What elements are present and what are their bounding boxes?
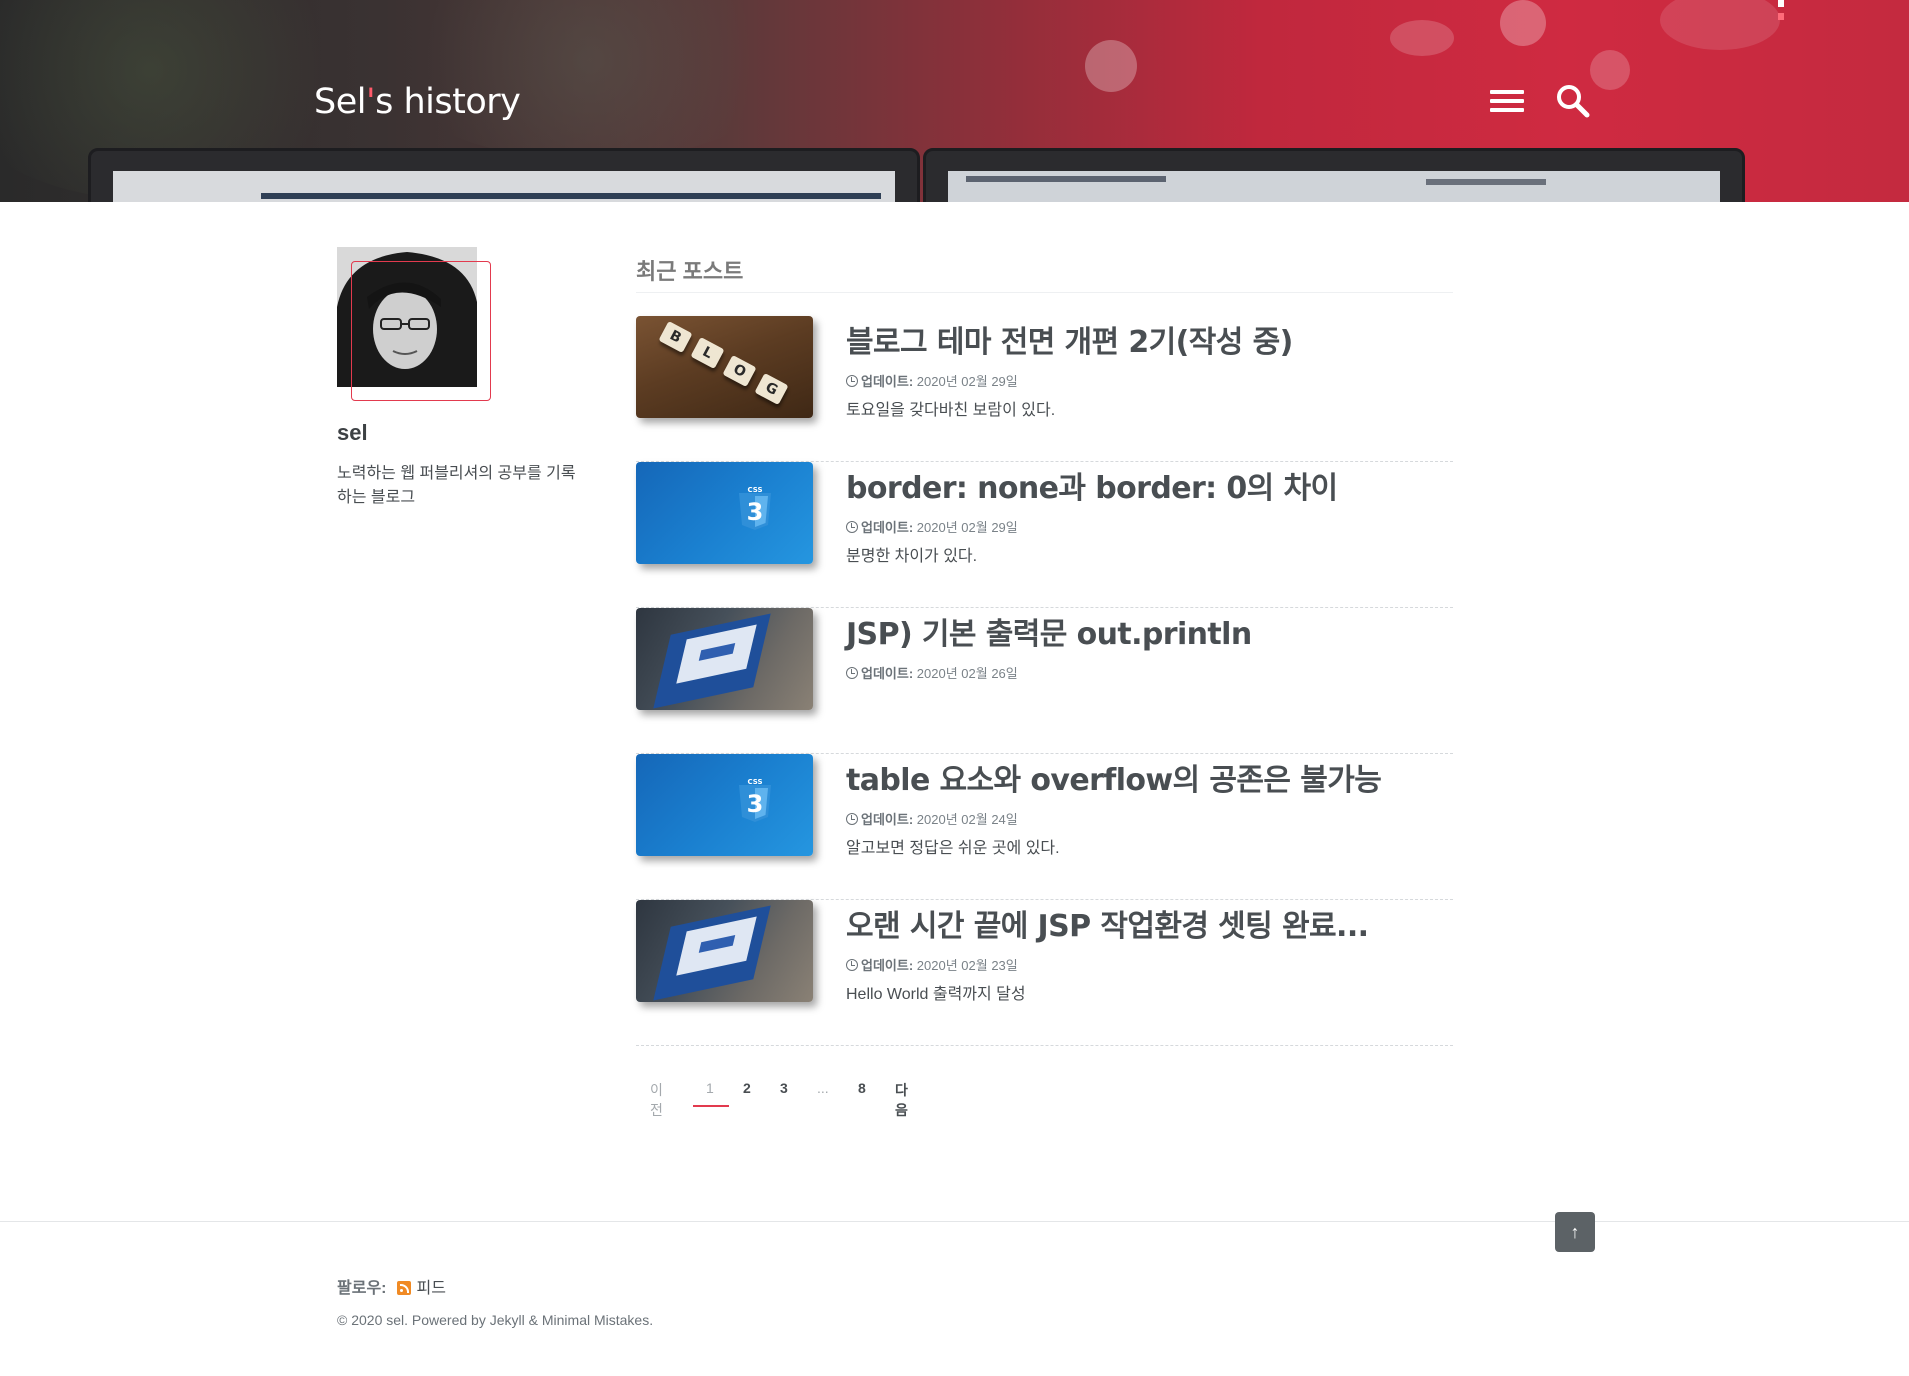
css3-icon: CSS 3 bbox=[739, 778, 771, 822]
post-date: 2020년 02월 26일 bbox=[916, 666, 1018, 681]
meta-label: 업데이트: bbox=[861, 520, 914, 535]
hero-bokeh bbox=[1390, 20, 1454, 56]
post-item: B L O G 블로그 테마 전면 개편 2기(작성 중) 업데이트: 2020… bbox=[636, 316, 1453, 462]
svg-text:3: 3 bbox=[747, 790, 764, 818]
css3-icon: CSS 3 bbox=[739, 486, 771, 530]
post-thumbnail-laptop-screen[interactable] bbox=[636, 608, 813, 710]
feed-label: 피드 bbox=[416, 1280, 446, 1297]
footer-divider bbox=[0, 1221, 1909, 1222]
meta-label: 업데이트: bbox=[861, 374, 914, 389]
search-icon[interactable] bbox=[1556, 84, 1590, 118]
copyright: © 2020 sel. Powered by Jekyll & Minimal … bbox=[337, 1312, 654, 1328]
post-meta: 업데이트: 2020년 02월 29일 bbox=[846, 371, 1018, 390]
svg-text:CSS: CSS bbox=[747, 778, 762, 786]
pagination-prev: 이전 bbox=[650, 1082, 663, 1118]
post-excerpt: Hello World 출력까지 달성 bbox=[846, 986, 1026, 1003]
meta-label: 업데이트: bbox=[861, 666, 914, 681]
post-excerpt: 분명한 차이가 있다. bbox=[846, 548, 978, 565]
back-to-top-button[interactable]: ↑ bbox=[1555, 1212, 1595, 1252]
post-item: CSS 3 border: none과 border: 0의 차이 업데이트: … bbox=[636, 462, 1453, 608]
pagination-page-8[interactable]: 8 bbox=[858, 1080, 866, 1096]
laptop-screen-image bbox=[653, 905, 771, 1001]
post-title[interactable]: 블로그 테마 전면 개편 2기(작성 중) bbox=[846, 317, 1293, 361]
pagination-page-3[interactable]: 3 bbox=[780, 1080, 788, 1096]
section-divider bbox=[636, 292, 1453, 293]
pagination-page-1[interactable]: 1 bbox=[706, 1080, 714, 1096]
pagination-current-indicator bbox=[693, 1105, 729, 1107]
hero-laptop-right bbox=[923, 148, 1745, 202]
post-item: JSP) 기본 출력문 out.println 업데이트: 2020년 02월 … bbox=[636, 608, 1453, 754]
hero-bokeh bbox=[1500, 0, 1546, 46]
follow-label: 팔로우: bbox=[337, 1280, 387, 1297]
pagination-next[interactable]: 다음 bbox=[895, 1080, 908, 1120]
post-meta: 업데이트: 2020년 02월 23일 bbox=[846, 955, 1018, 974]
post-item: CSS 3 table 요소와 overflow의 공존은 불가능 업데이트: … bbox=[636, 754, 1453, 900]
clock-icon bbox=[846, 959, 858, 971]
post-thumbnail-blog-tiles[interactable]: B L O G bbox=[636, 316, 813, 418]
site-title[interactable]: Sel's history bbox=[314, 82, 521, 122]
author-avatar[interactable] bbox=[337, 247, 492, 402]
post-excerpt: 토요일을 갖다바친 보람이 있다. bbox=[846, 402, 1056, 419]
meta-label: 업데이트: bbox=[861, 812, 914, 827]
hero-plant-shadow-2 bbox=[380, 0, 800, 160]
feed-link[interactable]: 피드 bbox=[387, 1280, 446, 1297]
post-excerpt: 알고보면 정답은 쉬운 곳에 있다. bbox=[846, 840, 1060, 857]
post-date: 2020년 02월 29일 bbox=[916, 374, 1018, 389]
post-thumbnail-laptop-screen[interactable] bbox=[636, 900, 813, 1002]
post-title[interactable]: JSP) 기본 출력문 out.println bbox=[846, 609, 1252, 653]
post-title[interactable]: table 요소와 overflow의 공존은 불가능 bbox=[846, 755, 1382, 799]
avatar-accent-frame bbox=[351, 261, 491, 401]
post-item: 오랜 시간 끝에 JSP 작업환경 셋팅 완료... 업데이트: 2020년 0… bbox=[636, 900, 1453, 1046]
post-date: 2020년 02월 24일 bbox=[916, 812, 1018, 827]
hero-bokeh bbox=[1085, 40, 1137, 92]
svg-text:3: 3 bbox=[747, 498, 764, 526]
author-bio: 노력하는 웹 퍼블리셔의 공부를 기록하는 블로그 bbox=[337, 465, 576, 506]
hero-bokeh bbox=[1660, 0, 1780, 50]
corner-decoration bbox=[1778, 0, 1786, 22]
post-meta: 업데이트: 2020년 02월 24일 bbox=[846, 809, 1018, 828]
meta-label: 업데이트: bbox=[861, 958, 914, 973]
post-meta: 업데이트: 2020년 02월 29일 bbox=[846, 517, 1018, 536]
author-name: sel bbox=[337, 420, 368, 445]
site-title-prefix: Sel bbox=[314, 82, 366, 122]
clock-icon bbox=[846, 813, 858, 825]
svg-text:CSS: CSS bbox=[747, 486, 762, 494]
post-title[interactable]: 오랜 시간 끝에 JSP 작업환경 셋팅 완료... bbox=[846, 901, 1369, 945]
hero-bokeh bbox=[1590, 50, 1630, 90]
clock-icon bbox=[846, 667, 858, 679]
post-date: 2020년 02월 29일 bbox=[916, 520, 1018, 535]
masthead: Sel's history bbox=[0, 0, 1909, 202]
clock-icon bbox=[846, 521, 858, 533]
rss-icon bbox=[396, 1281, 411, 1295]
hamburger-menu-icon[interactable] bbox=[1490, 90, 1524, 114]
section-title: 최근 포스트 bbox=[636, 259, 744, 284]
post-meta: 업데이트: 2020년 02월 26일 bbox=[846, 663, 1018, 682]
clock-icon bbox=[846, 375, 858, 387]
pagination-page-2[interactable]: 2 bbox=[743, 1080, 751, 1096]
hero-laptop-left bbox=[88, 148, 920, 202]
follow-links: 팔로우: 피드 bbox=[337, 1274, 446, 1298]
pagination-ellipsis: ... bbox=[817, 1080, 829, 1096]
site-title-tick: ' bbox=[365, 82, 376, 122]
site-title-suffix: s history bbox=[375, 82, 521, 122]
post-date: 2020년 02월 23일 bbox=[916, 958, 1018, 973]
post-thumbnail-css3-logo[interactable]: CSS 3 bbox=[636, 754, 813, 856]
laptop-screen-image bbox=[653, 613, 771, 709]
post-title[interactable]: border: none과 border: 0의 차이 bbox=[846, 463, 1338, 507]
post-thumbnail-css3-logo[interactable]: CSS 3 bbox=[636, 462, 813, 564]
